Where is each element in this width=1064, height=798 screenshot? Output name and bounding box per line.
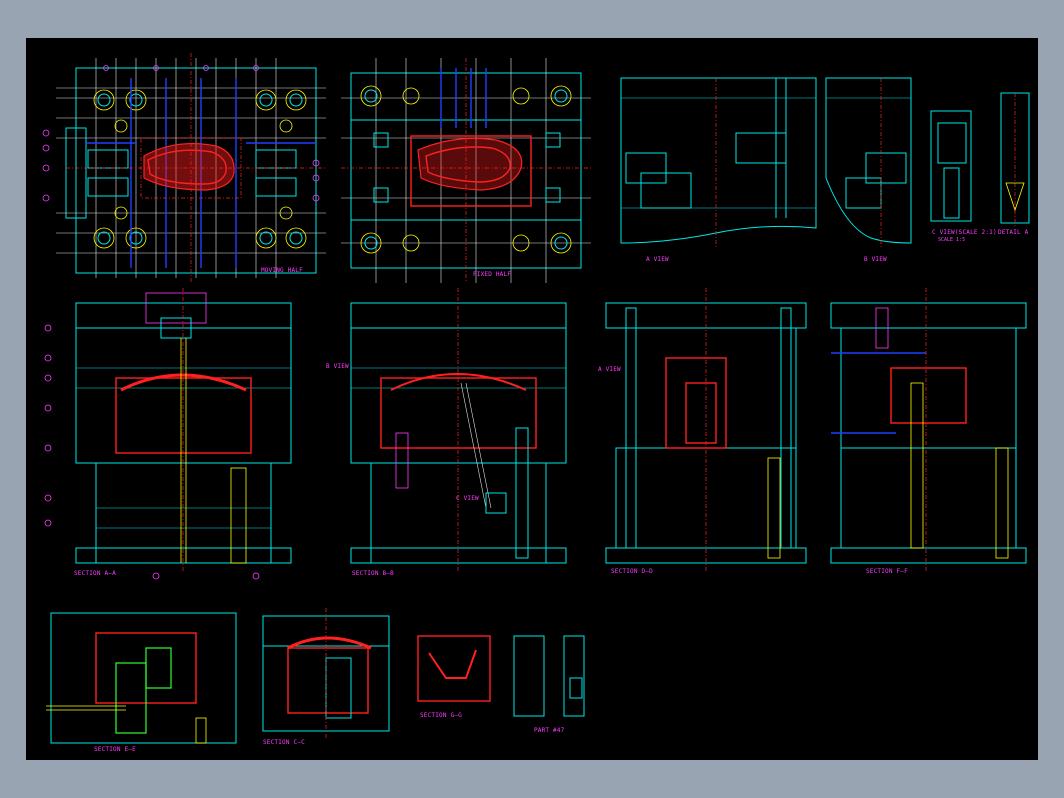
part-47: PART #47 xyxy=(513,635,585,734)
a-view-callout: A VIEW xyxy=(598,366,621,373)
section-a-a-title: SECTION A—A xyxy=(74,570,116,577)
section-g-g-title: SECTION G—G xyxy=(420,712,462,719)
section-d-d: A VIEW SECTION D—D xyxy=(598,288,807,575)
section-a-a: SECTION A—A xyxy=(44,288,292,580)
b-view: B VIEW xyxy=(825,77,912,263)
section-e-e-title: SECTION E—E xyxy=(94,746,136,753)
detail-a-title: DETAIL A xyxy=(998,229,1029,236)
section-g-g: SECTION G—G xyxy=(417,635,491,719)
c-view: C VIEW(SCALE 2:1) SCALE 1:5 xyxy=(930,110,997,243)
a-view: A VIEW xyxy=(620,77,817,263)
detail-a: DETAIL A xyxy=(998,92,1030,236)
b-view-callout: B VIEW xyxy=(326,363,349,370)
fixed-half-view: FIXED HALF xyxy=(341,58,591,283)
c-view-callout: C VIEW xyxy=(456,495,479,502)
c-view-scale: SCALE 1:5 xyxy=(938,237,965,243)
section-e-e: SECTION E—E xyxy=(46,612,237,753)
part-47-title: PART #47 xyxy=(534,727,565,734)
b-view-title: B VIEW xyxy=(864,256,887,263)
section-b-b: B VIEW C VIEW SECTION B—B xyxy=(326,288,567,577)
moving-half-part-outline xyxy=(143,142,235,191)
section-f-f-title: SECTION F—F xyxy=(866,568,908,575)
moving-half-title: MOVING HALF xyxy=(261,267,303,274)
fixed-half-title: FIXED HALF xyxy=(473,271,511,278)
fixed-half-part-outline xyxy=(417,137,523,191)
section-c-c-title: SECTION C—C xyxy=(263,739,305,746)
section-f-f: SECTION F—F xyxy=(830,288,1027,575)
section-c-c: SECTION C—C xyxy=(262,608,390,746)
section-d-d-title: SECTION D—D xyxy=(611,568,653,575)
mold-assembly-drawing: MOVING HALF FIXED HALF A VIEW B VIEW C V… xyxy=(42,53,1030,753)
c-view-title: C VIEW(SCALE 2:1) xyxy=(932,229,997,236)
section-b-b-title: SECTION B—B xyxy=(352,570,394,577)
a-view-title: A VIEW xyxy=(646,256,669,263)
moving-half-view: MOVING HALF xyxy=(42,53,326,283)
